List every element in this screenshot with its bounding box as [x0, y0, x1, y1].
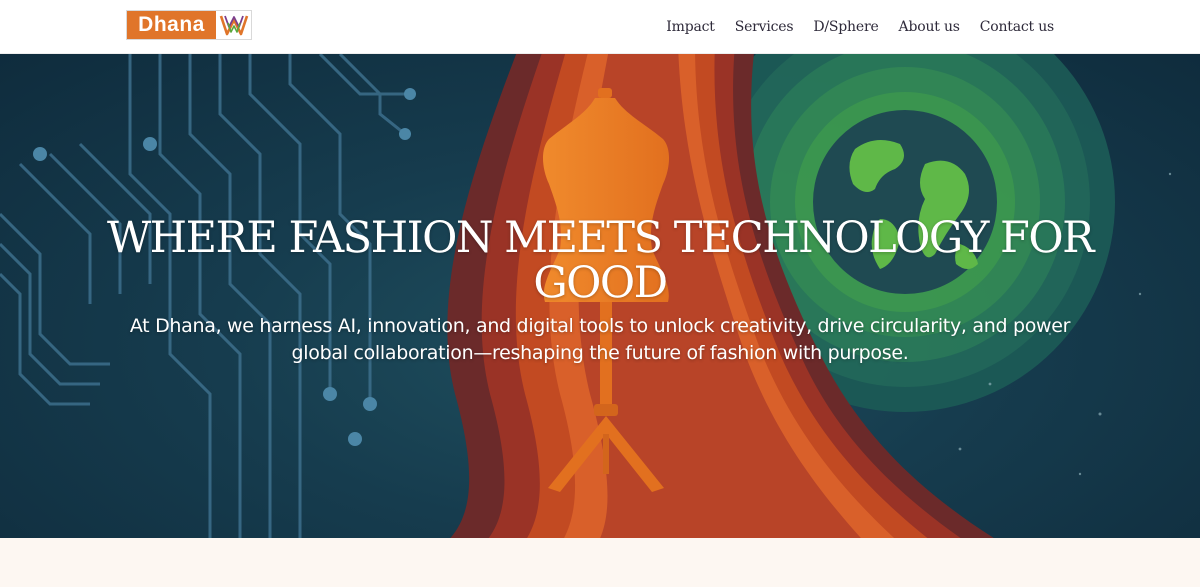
main-nav: Impact Services D/Sphere About us Contac… — [666, 0, 1054, 54]
next-section — [0, 538, 1200, 587]
nav-impact[interactable]: Impact — [666, 19, 715, 35]
site-header: Dhana Impact Services D/Sphere About us … — [0, 0, 1200, 54]
logo-wordmark: Dhana — [127, 11, 216, 39]
nav-dsphere[interactable]: D/Sphere — [813, 19, 878, 35]
hero-section: WHERE FASHION MEETS TECHNOLOGY FOR GOOD … — [0, 54, 1200, 538]
nav-about-us[interactable]: About us — [899, 19, 960, 35]
dhana-logo[interactable]: Dhana — [126, 10, 252, 40]
hero-title: WHERE FASHION MEETS TECHNOLOGY FOR GOOD — [106, 213, 1095, 308]
w-monogram-icon — [216, 11, 251, 39]
nav-contact-us[interactable]: Contact us — [980, 19, 1054, 35]
hero-subtitle: At Dhana, we harness AI, innovation, and… — [129, 315, 1071, 364]
nav-services[interactable]: Services — [735, 19, 794, 35]
